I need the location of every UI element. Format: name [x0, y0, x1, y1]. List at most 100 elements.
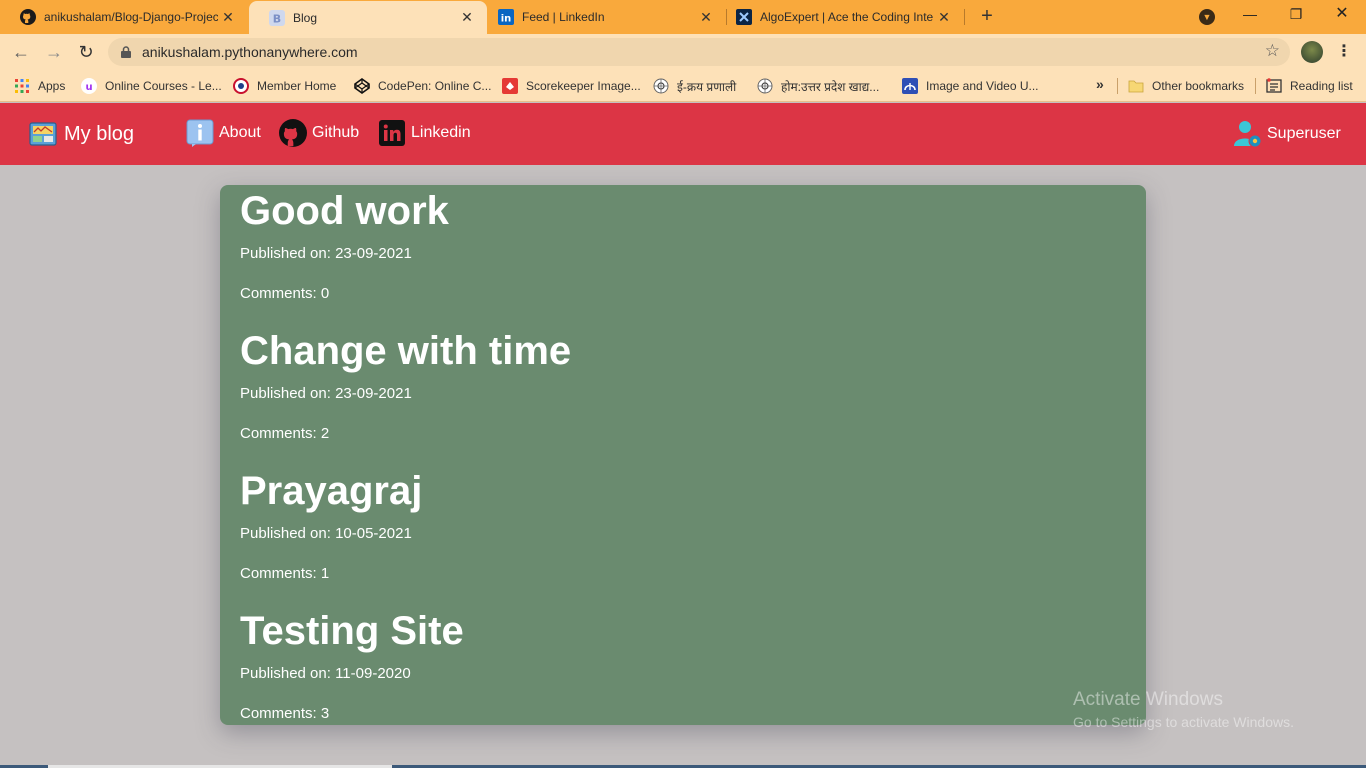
bookmark-codepen[interactable]: CodePen: Online C... — [354, 77, 491, 95]
bookmarks-divider — [1117, 78, 1118, 94]
restore-icon[interactable]: ❐ — [1273, 0, 1319, 30]
post-date: Published on: 10-05-2021 — [240, 525, 412, 542]
github-icon — [279, 119, 307, 147]
post-date: Published on: 23-09-2021 — [240, 385, 412, 402]
tab-blog[interactable]: B Blog ✕ — [249, 1, 487, 34]
algoexpert-icon — [736, 9, 752, 25]
brand-link[interactable]: My blog — [29, 120, 134, 148]
close-window-icon[interactable]: ✕ — [1319, 0, 1365, 30]
forward-arrow-icon[interactable]: → — [42, 41, 66, 63]
bootstrap-icon: B — [269, 9, 285, 26]
nav-about-label: About — [219, 124, 261, 141]
post-comments: Comments: 2 — [240, 425, 330, 442]
site-navbar: My blog About Github Linkedin Superuser — [0, 103, 1366, 165]
tab-title: Blog — [293, 10, 318, 25]
tab-title: anikushalam/Blog-Django-Projec — [44, 10, 218, 24]
bookmark-up-food[interactable]: होम:उत्तर प्रदेश खाद्य... — [757, 77, 879, 95]
bookmark-star-icon[interactable]: ☆ — [1265, 41, 1280, 61]
back-arrow-icon[interactable]: ← — [9, 41, 33, 63]
post-item: Change with time Published on: 23-09-202… — [240, 327, 571, 442]
nav-linkedin-label: Linkedin — [411, 124, 471, 141]
tab-strip: anikushalam/Blog-Django-Projec ✕ B Blog … — [0, 0, 1366, 34]
emblem-icon — [757, 78, 773, 94]
posts-panel: Good work Published on: 23-09-2021 Comme… — [220, 185, 1146, 725]
bookmark-label: Member Home — [257, 79, 337, 93]
tab-algoexpert[interactable]: AlgoExpert | Ace the Coding Inte ✕ — [716, 0, 964, 34]
udemy-icon: u — [81, 78, 97, 94]
post-title[interactable]: Testing Site — [240, 607, 464, 655]
close-tab-icon[interactable]: ✕ — [934, 7, 954, 27]
profile-avatar[interactable] — [1301, 41, 1323, 63]
linkedin-icon: in — [498, 9, 514, 25]
bookmark-label: Image and Video U... — [926, 79, 1039, 93]
minimize-icon[interactable]: — — [1227, 0, 1273, 30]
address-bar[interactable]: anikushalam.pythonanywhere.com ☆ — [108, 38, 1290, 66]
bookmark-label: Reading list — [1290, 79, 1353, 93]
new-tab-button[interactable]: + — [976, 5, 998, 27]
tab-linkedin[interactable]: in Feed | LinkedIn ✕ — [478, 0, 726, 34]
activate-windows-title: Activate Windows — [1073, 689, 1223, 710]
bookmark-label: Online Courses - Le... — [105, 79, 222, 93]
browser-toolbar: ← → ↻ anikushalam.pythonanywhere.com ☆ ⋮ — [0, 34, 1366, 70]
bookmark-online-courses[interactable]: u Online Courses - Le... — [81, 77, 222, 95]
reading-list-icon — [1266, 78, 1282, 93]
nav-about[interactable]: About — [186, 119, 261, 147]
close-tab-icon[interactable]: ✕ — [457, 8, 477, 28]
blog-logo-icon — [29, 122, 57, 146]
svg-text:B: B — [273, 12, 281, 25]
bookmark-scorekeeper[interactable]: Scorekeeper Image... — [502, 77, 641, 95]
bookmarks-divider — [1255, 78, 1256, 94]
tab-search-icon[interactable]: ▼ — [1199, 9, 1215, 25]
image-upload-icon — [902, 78, 918, 94]
bookmarks-overflow-button[interactable]: » — [1096, 76, 1104, 92]
post-title[interactable]: Change with time — [240, 327, 571, 375]
post-title[interactable]: Good work — [240, 187, 449, 235]
tab-title: AlgoExpert | Ace the Coding Inte — [760, 10, 934, 24]
post-item: Testing Site Published on: 11-09-2020 Co… — [240, 607, 464, 722]
apps-grid-icon — [15, 79, 29, 93]
bookmark-apps[interactable]: Apps — [14, 77, 65, 95]
user-settings-icon — [1234, 121, 1262, 148]
folder-icon — [1128, 80, 1144, 93]
user-menu[interactable]: Superuser — [1233, 119, 1341, 149]
bookmark-e-kray[interactable]: ई-क्रय प्रणाली — [653, 77, 736, 95]
tab-title: Feed | LinkedIn — [522, 10, 605, 24]
nav-linkedin[interactable]: Linkedin — [378, 119, 471, 147]
activate-windows-hint: Go to Settings to activate Windows. — [1073, 714, 1294, 730]
brand-title: My blog — [64, 122, 135, 145]
codepen-icon — [354, 78, 370, 94]
reload-icon[interactable]: ↻ — [74, 41, 98, 63]
lock-icon — [121, 46, 131, 58]
bookmark-label: होम:उत्तर प्रदेश खाद्य... — [781, 79, 880, 94]
url-text[interactable]: anikushalam.pythonanywhere.com — [142, 44, 358, 60]
scorekeeper-icon — [502, 78, 518, 94]
menu-kebab-icon[interactable]: ⋮ — [1336, 42, 1352, 62]
post-comments: Comments: 0 — [240, 285, 330, 302]
bookmark-label: Apps — [38, 79, 66, 93]
svg-text:u: u — [85, 82, 92, 93]
bookmark-image-video[interactable]: Image and Video U... — [902, 77, 1039, 95]
tab-divider — [964, 9, 965, 25]
username: Superuser — [1267, 125, 1341, 142]
emblem-icon — [653, 78, 669, 94]
tab-github[interactable]: anikushalam/Blog-Django-Projec ✕ — [0, 0, 248, 34]
svg-text:in: in — [501, 14, 512, 25]
nav-github[interactable]: Github — [279, 119, 359, 147]
close-tab-icon[interactable]: ✕ — [696, 7, 716, 27]
member-home-icon — [233, 78, 249, 94]
github-icon — [20, 9, 36, 25]
reading-list[interactable]: Reading list — [1266, 77, 1353, 95]
bookmark-label: Scorekeeper Image... — [526, 79, 641, 93]
bookmark-member-home[interactable]: Member Home — [233, 77, 336, 95]
post-item: Good work Published on: 23-09-2021 Comme… — [240, 187, 449, 302]
post-title[interactable]: Prayagraj — [240, 467, 422, 515]
post-date: Published on: 23-09-2021 — [240, 245, 412, 262]
bookmark-label: Other bookmarks — [1152, 79, 1245, 93]
close-tab-icon[interactable]: ✕ — [218, 7, 238, 27]
info-icon — [186, 119, 214, 147]
bookmark-label: ई-क्रय प्रणाली — [677, 79, 737, 94]
post-date: Published on: 11-09-2020 — [240, 665, 411, 682]
post-comments: Comments: 1 — [240, 565, 330, 582]
post-comments: Comments: 3 — [240, 705, 330, 722]
other-bookmarks[interactable]: Other bookmarks — [1128, 77, 1244, 95]
